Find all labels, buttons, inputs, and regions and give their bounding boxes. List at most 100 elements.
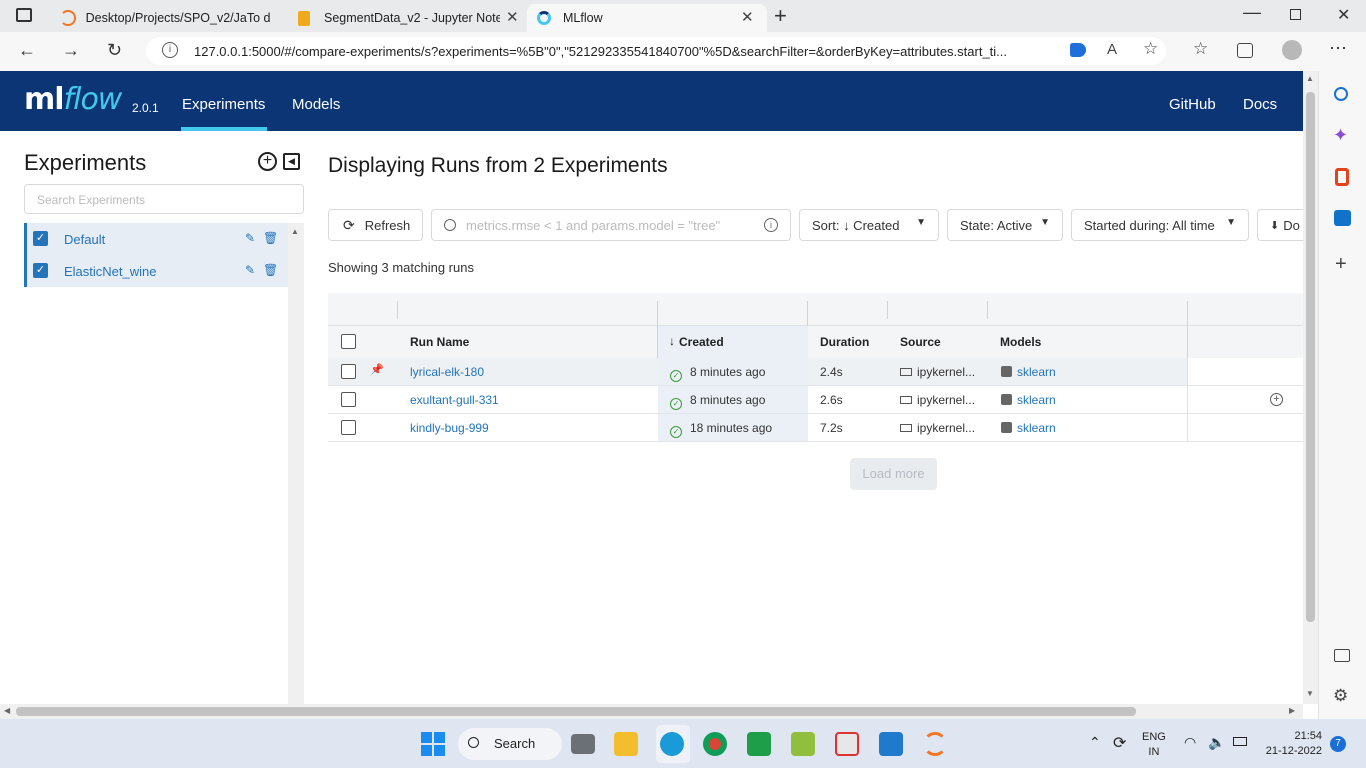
- model-link[interactable]: sklearn: [1017, 393, 1056, 407]
- nav-experiments[interactable]: Experiments: [182, 96, 265, 113]
- minimize-button[interactable]: —: [1243, 2, 1261, 23]
- forward-icon[interactable]: →: [62, 40, 80, 61]
- reload-icon[interactable]: ↻: [107, 40, 122, 61]
- table-row[interactable]: 📌 lyrical-elk-180 ✓ 8 minutes ago 2.4s ip…: [328, 358, 1303, 386]
- url-input[interactable]: 127.0.0.1:5000/#/compare-experiments/s?e…: [146, 37, 1166, 65]
- read-aloud-icon[interactable]: A: [1107, 41, 1117, 58]
- app-icon[interactable]: [835, 732, 859, 756]
- start-icon[interactable]: [421, 732, 445, 756]
- close-icon[interactable]: ✕: [741, 8, 754, 26]
- add-favorite-icon[interactable]: ☆: [1143, 39, 1158, 59]
- tab-actions-icon[interactable]: [16, 8, 32, 22]
- notification-badge[interactable]: 7: [1330, 736, 1346, 752]
- copilot-icon[interactable]: ✦: [1333, 125, 1348, 146]
- info-icon[interactable]: i: [162, 42, 178, 58]
- new-tab-button[interactable]: +: [774, 3, 787, 29]
- add-icon[interactable]: +: [1335, 253, 1347, 276]
- model-link[interactable]: sklearn: [1017, 421, 1056, 435]
- edge-icon[interactable]: [660, 732, 684, 756]
- scroll-thumb[interactable]: [16, 707, 1136, 716]
- notepad-icon[interactable]: [791, 732, 815, 756]
- search-icon[interactable]: [1334, 87, 1348, 101]
- sync-icon[interactable]: ⟳: [1113, 733, 1126, 753]
- chat-icon[interactable]: [747, 732, 771, 756]
- load-more-button[interactable]: Load more: [850, 458, 937, 490]
- battery-icon[interactable]: [1233, 737, 1247, 746]
- checkbox[interactable]: ✓: [33, 231, 48, 246]
- trash-icon[interactable]: 🗑: [263, 263, 278, 277]
- info-icon[interactable]: i: [764, 218, 778, 232]
- edit-icon[interactable]: ✎: [245, 263, 255, 277]
- nav-github[interactable]: GitHub: [1169, 96, 1216, 113]
- file-explorer-icon[interactable]: [614, 732, 638, 756]
- browser-tab-mlflow[interactable]: MLflow ✕: [527, 4, 767, 32]
- select-all-checkbox[interactable]: [341, 334, 356, 349]
- favorites-icon[interactable]: ☆: [1193, 39, 1208, 59]
- sidebar-scrollbar[interactable]: [288, 223, 304, 704]
- column-header-source[interactable]: Source: [900, 335, 941, 349]
- checkbox[interactable]: ✓: [33, 263, 48, 278]
- download-button[interactable]: ⬇ Do: [1257, 209, 1303, 241]
- run-name-link[interactable]: lyrical-elk-180: [410, 365, 484, 379]
- mlflow-logo[interactable]: mlflow: [24, 82, 122, 117]
- settings-icon[interactable]: ⚙: [1333, 686, 1348, 706]
- scroll-left-arrow[interactable]: ◀: [4, 706, 10, 715]
- profile-avatar[interactable]: [1282, 40, 1302, 60]
- close-icon[interactable]: ✕: [506, 8, 519, 26]
- collapse-sidebar-icon[interactable]: ◀: [283, 153, 300, 170]
- started-during-dropdown[interactable]: Started during: All time ▼: [1071, 209, 1249, 241]
- experiment-item-elasticnet[interactable]: ✓ ElasticNet_wine ✎ 🗑: [24, 255, 288, 287]
- office-icon[interactable]: [1335, 168, 1349, 186]
- outlook-icon[interactable]: [1334, 210, 1351, 226]
- add-experiment-icon[interactable]: +: [258, 152, 277, 171]
- scroll-right-arrow[interactable]: ▶: [1289, 706, 1295, 715]
- wifi-icon[interactable]: ◠: [1184, 734, 1196, 751]
- window-close-button[interactable]: ✕: [1337, 5, 1350, 25]
- model-link[interactable]: sklearn: [1017, 365, 1056, 379]
- pin-icon[interactable]: 📌: [370, 363, 384, 376]
- browser-tab-jupyter-notebook[interactable]: SegmentData_v2 - Jupyter Notek ✕: [290, 4, 526, 32]
- vscode-icon[interactable]: [879, 732, 903, 756]
- search-experiments-input[interactable]: Search Experiments: [24, 184, 304, 214]
- refresh-button[interactable]: ⟳ Refresh: [328, 209, 423, 241]
- chrome-icon[interactable]: [703, 732, 727, 756]
- nav-models[interactable]: Models: [292, 96, 340, 113]
- sort-dropdown[interactable]: Sort: ↓ Created ▼: [799, 209, 939, 241]
- add-column-icon[interactable]: +: [1270, 393, 1283, 406]
- collections-icon[interactable]: [1237, 43, 1253, 58]
- scroll-up-arrow[interactable]: ▲: [1306, 74, 1314, 83]
- scroll-down-arrow[interactable]: ▼: [1306, 689, 1314, 698]
- runs-search-input[interactable]: metrics.rmse < 1 and params.model = "tre…: [431, 209, 791, 241]
- table-row[interactable]: kindly-bug-999 ✓ 18 minutes ago 7.2s ipyk…: [328, 414, 1303, 442]
- run-name-link[interactable]: exultant-gull-331: [410, 393, 499, 407]
- back-icon[interactable]: ←: [18, 40, 36, 61]
- jupyter-icon[interactable]: [923, 732, 947, 756]
- browser-tab-jupyter-files[interactable]: Desktop/Projects/SPO_v2/JaTo d: [50, 4, 280, 32]
- run-name-link[interactable]: kindly-bug-999: [410, 421, 489, 435]
- lang-indicator[interactable]: ENG IN: [1142, 730, 1166, 760]
- show-hidden-icons[interactable]: ⌃: [1089, 734, 1101, 751]
- column-header-duration[interactable]: Duration: [820, 335, 869, 349]
- volume-icon[interactable]: 🔈: [1208, 734, 1225, 751]
- experiment-item-default[interactable]: ✓ Default ✎ 🗑: [24, 223, 288, 255]
- clock[interactable]: 21:54 21-12-2022: [1262, 729, 1322, 759]
- row-checkbox[interactable]: [341, 420, 356, 435]
- task-view-icon[interactable]: [571, 734, 595, 754]
- table-row[interactable]: exultant-gull-331 ✓ 8 minutes ago 2.6s ip…: [328, 386, 1303, 414]
- nav-docs[interactable]: Docs: [1243, 96, 1277, 113]
- state-dropdown[interactable]: State: Active ▼: [947, 209, 1063, 241]
- trash-icon[interactable]: 🗑: [263, 231, 278, 245]
- taskbar-search-button[interactable]: Search: [458, 728, 562, 760]
- page-horizontal-scrollbar[interactable]: ◀ ▶: [0, 704, 1303, 719]
- row-checkbox[interactable]: [341, 364, 356, 379]
- hide-sidebar-icon[interactable]: [1334, 649, 1350, 662]
- row-checkbox[interactable]: [341, 392, 356, 407]
- browser-menu-icon[interactable]: ⋯: [1329, 38, 1347, 59]
- edit-icon[interactable]: ✎: [245, 231, 255, 245]
- column-header-models[interactable]: Models: [1000, 335, 1041, 349]
- tag-icon[interactable]: [1070, 43, 1086, 57]
- page-vertical-scrollbar[interactable]: ▲ ▼: [1303, 71, 1318, 704]
- column-header-created[interactable]: Created: [679, 335, 724, 349]
- scroll-up-arrow[interactable]: ▲: [291, 227, 299, 236]
- scroll-thumb[interactable]: [1306, 92, 1315, 622]
